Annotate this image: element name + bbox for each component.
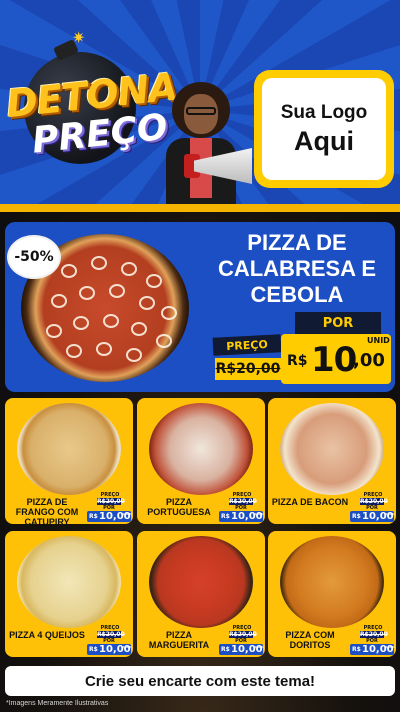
onion-ring [73, 316, 89, 330]
price-unit: UNID [123, 645, 132, 649]
price-unit: UNID [255, 645, 264, 649]
price-unit: UNID [386, 512, 395, 516]
pizza-image [17, 403, 121, 495]
product-card[interactable]: PIZZA 4 QUEIJOS PREÇO R$20,00 POR R$ 10,00 UNI… [5, 531, 133, 657]
logo-placeholder-inner: Sua Logo Aqui [262, 78, 386, 180]
product-name: PIZZA COM DORITOS [285, 630, 335, 650]
onion-ring [103, 314, 119, 328]
product-name: PIZZA DE FRANGO COM CATUPIRY [15, 497, 79, 524]
pizza-image [280, 403, 384, 495]
onion-ring [96, 342, 112, 356]
onion-ring [121, 262, 137, 276]
onion-ring [156, 334, 172, 348]
product-card[interactable]: PIZZA PORTUGUESA PREÇO R$20,00 POR R$ 10,00 UN… [137, 398, 265, 524]
mini-price-tag: PREÇO R$20,00 POR R$ 10,00 UNID [87, 625, 132, 655]
flyer-page: ✷ DETONA PREÇO Sua Logo Aqui PIZZA DE CA… [0, 0, 400, 712]
onion-ring [66, 344, 82, 358]
price-tag: R$ 10,00 UNID [350, 511, 395, 522]
onion-ring [79, 286, 95, 300]
onion-ring [46, 324, 62, 338]
disclaimer: *Imagens Meramente Ilustrativas [6, 700, 109, 707]
mini-price-tag: PREÇO R$20,00 POR R$ 10,00 UNID [219, 492, 264, 522]
old-price: R$20,00 [97, 498, 125, 505]
mini-price-tag: PREÇO R$20,00 POR R$ 10,00 UNID [350, 492, 395, 522]
product-card[interactable]: PIZZA DE FRANGO COM CATUPIRY PREÇO R$20,00… [5, 398, 133, 524]
price-currency: R$ [221, 513, 230, 520]
pizza-image [149, 403, 253, 495]
logo-text-line1: Sua Logo [280, 101, 368, 123]
mini-price-tag: PREÇO R$20,00 POR R$ 10,00 UNID [219, 625, 264, 655]
product-card[interactable]: PIZZA COM DORITOS PREÇO R$20,00 POR R$ 10,00 U… [268, 531, 396, 657]
onion-ring [61, 264, 77, 278]
price-tag: R$ 10,00 UNID [219, 644, 264, 655]
old-price: R$20,00 [229, 631, 257, 638]
product-name: PIZZA MARGUERITA [148, 630, 210, 650]
product-name: PIZZA DE BACON [271, 497, 349, 507]
logo-text-line2: Aqui [294, 125, 354, 156]
onion-ring [109, 284, 125, 298]
onion-ring [139, 296, 155, 310]
price-tag: R$ 10,00 UNID [87, 644, 132, 655]
price-tag: R$ 10 ,00 UNID [281, 334, 391, 384]
product-card[interactable]: PIZZA DE BACON PREÇO R$20,00 POR R$ 10,00 UNID [268, 398, 396, 524]
onion-ring [161, 306, 177, 320]
price-currency: R$ [287, 353, 308, 369]
onion-ring [51, 294, 67, 308]
price-integer: 10 [311, 340, 357, 380]
onion-ring [126, 348, 142, 362]
por-label: POR [295, 312, 381, 334]
price-currency: R$ [221, 646, 230, 653]
price-currency: R$ [89, 646, 98, 653]
price-currency: R$ [89, 513, 98, 520]
mini-price-tag: PREÇO R$20,00 POR R$ 10,00 UNID [350, 625, 395, 655]
logo-placeholder[interactable]: Sua Logo Aqui [254, 70, 394, 188]
featured-offer[interactable]: PIZZA DE CALABRESA E CEBOLA PREÇO R$20,0… [5, 222, 395, 392]
old-price: R$20,00 [97, 631, 125, 638]
price-unit: UNID [123, 512, 132, 516]
price-unit: UNID [367, 336, 390, 345]
discount-badge: -50% [9, 237, 59, 277]
cta-banner[interactable]: Crie seu encarte com este tema! [5, 666, 395, 696]
price-tag: R$ 10,00 UNID [87, 511, 132, 522]
pizza-image [17, 536, 121, 628]
featured-title: PIZZA DE CALABRESA E CEBOLA [217, 230, 377, 307]
price-tag: R$ 10,00 UNID [219, 511, 264, 522]
old-price: R$20,00 [229, 498, 257, 505]
onion-ring [131, 322, 147, 336]
price-currency: R$ [352, 513, 361, 520]
mini-price-tag: PREÇO R$20,00 POR R$ 10,00 UNID [87, 492, 132, 522]
preco-label: PREÇO [212, 334, 282, 356]
product-card[interactable]: PIZZA MARGUERITA PREÇO R$20,00 POR R$ 10,00 UN… [137, 531, 265, 657]
price-unit: UNID [386, 645, 395, 649]
old-price: R$20,00 [360, 631, 388, 638]
pizza-image [280, 536, 384, 628]
onion-ring [146, 274, 162, 288]
old-price: R$20,00 [215, 358, 281, 380]
person-with-megaphone [166, 82, 252, 212]
product-name: PIZZA 4 QUEIJOS [9, 630, 85, 640]
price-currency: R$ [352, 646, 361, 653]
price-unit: UNID [255, 512, 264, 516]
price-tag: R$ 10,00 UNID [350, 644, 395, 655]
pizza-image [149, 536, 253, 628]
header-banner: ✷ DETONA PREÇO Sua Logo Aqui [0, 0, 400, 212]
old-price: R$20,00 [360, 498, 388, 505]
glasses-icon [186, 107, 216, 115]
price-decimal: ,00 [353, 350, 385, 371]
product-name: PIZZA PORTUGUESA [147, 497, 211, 517]
onion-ring [91, 256, 107, 270]
spark-icon: ✷ [72, 28, 86, 47]
